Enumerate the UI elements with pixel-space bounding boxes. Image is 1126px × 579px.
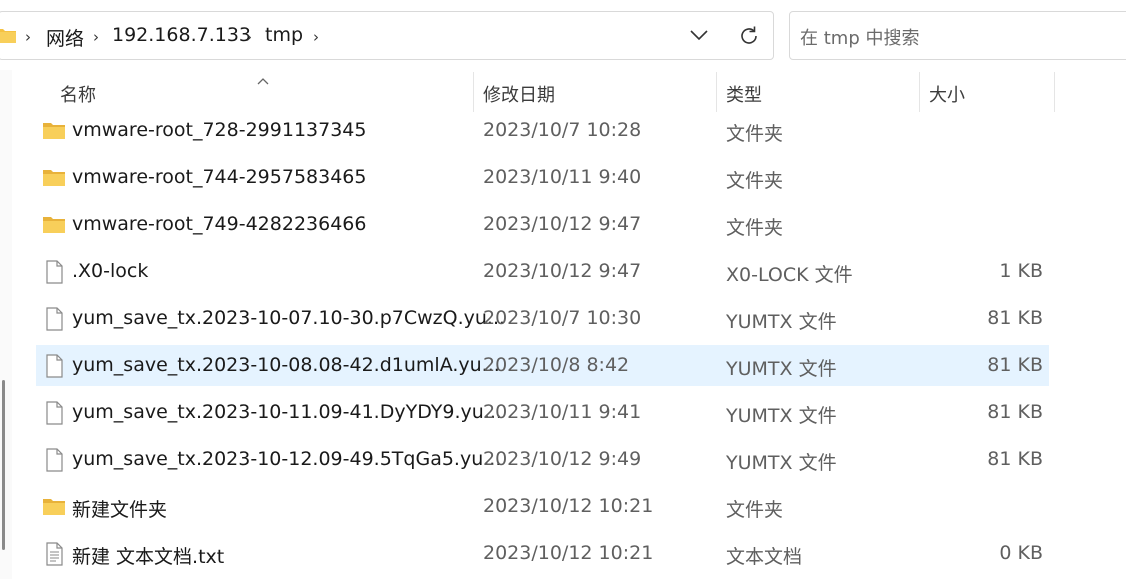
column-divider[interactable]	[1054, 72, 1055, 112]
folder-row[interactable]: vmware-root_744-2957583465 2023/10/11 9:4…	[36, 157, 1049, 198]
file-size: 1 KB	[999, 260, 1043, 282]
address-bar[interactable]: › 网络 › 192.168.7.133 › tmp ›	[0, 11, 774, 60]
file-size: 81 KB	[987, 401, 1043, 423]
column-header-date[interactable]: 修改日期	[483, 81, 555, 107]
file-type: 文本文档	[726, 546, 803, 568]
search-box[interactable]: 在 tmp 中搜索	[789, 11, 1126, 60]
chevron-right-icon[interactable]: ›	[93, 28, 99, 46]
modified-date: 2023/10/11 9:40	[483, 166, 642, 188]
modified-date: 2023/10/7 10:28	[483, 119, 642, 141]
modified-date: 2023/10/12 9:47	[483, 213, 642, 235]
modified-date: 2023/10/8 8:42	[483, 354, 630, 376]
modified-date: 2023/10/7 10:30	[483, 307, 642, 329]
chevron-right-icon[interactable]: ›	[313, 28, 319, 46]
file-name: vmware-root_744-2957583465	[72, 166, 367, 188]
modified-date: 2023/10/12 9:47	[483, 260, 642, 282]
file-type: YUMTX 文件	[726, 405, 837, 427]
breadcrumb-tmp[interactable]: tmp	[265, 24, 303, 46]
folder-icon	[42, 495, 66, 519]
column-divider[interactable]	[919, 72, 920, 112]
file-row[interactable]: yum_save_tx.2023-10-08.08-42.d1umlA.yu..…	[36, 345, 1049, 386]
file-type: YUMTX 文件	[726, 311, 837, 333]
scrollbar-thumb[interactable]	[2, 380, 5, 550]
chevron-right-icon[interactable]: ›	[25, 28, 31, 46]
text-file-icon	[42, 542, 66, 566]
modified-date: 2023/10/12 9:49	[483, 448, 642, 470]
modified-date: 2023/10/12 10:21	[483, 542, 654, 564]
file-name: yum_save_tx.2023-10-08.08-42.d1umlA.yu..…	[72, 354, 500, 376]
file-type: 文件夹	[726, 499, 784, 521]
column-divider[interactable]	[473, 72, 474, 112]
file-type: YUMTX 文件	[726, 452, 837, 474]
file-row[interactable]: yum_save_tx.2023-10-12.09-49.5TqGa5.yu..…	[36, 439, 1049, 480]
file-type: 文件夹	[726, 217, 784, 239]
file-row[interactable]: yum_save_tx.2023-10-07.10-30.p7CwzQ.yu..…	[36, 298, 1049, 339]
folder-row[interactable]: vmware-root_728-2991137345 2023/10/7 10:2…	[36, 110, 1049, 151]
file-name: 新建 文本文档.txt	[72, 546, 225, 568]
file-size: 81 KB	[987, 307, 1043, 329]
file-name: vmware-root_728-2991137345	[72, 119, 367, 141]
file-icon	[42, 260, 66, 284]
column-divider[interactable]	[716, 72, 717, 112]
folder-row[interactable]: vmware-root_749-4282236466 2023/10/12 9:4…	[36, 204, 1049, 245]
column-header-name[interactable]: 名称	[60, 81, 96, 107]
file-name: yum_save_tx.2023-10-07.10-30.p7CwzQ.yu..…	[72, 307, 506, 329]
file-icon	[42, 307, 66, 331]
file-row[interactable]: 新建 文本文档.txt 2023/10/12 10:21 文本文档 0 KB	[36, 533, 1049, 574]
sort-ascending-icon	[256, 71, 270, 90]
file-name: .X0-lock	[72, 260, 149, 282]
refresh-icon[interactable]	[737, 24, 761, 52]
file-icon	[42, 354, 66, 378]
file-name: vmware-root_749-4282236466	[72, 213, 367, 235]
file-name: 新建文件夹	[72, 499, 168, 521]
file-size: 81 KB	[987, 354, 1043, 376]
file-icon	[42, 401, 66, 425]
file-size: 81 KB	[987, 448, 1043, 470]
folder-icon	[42, 166, 66, 190]
column-header-type[interactable]: 类型	[726, 81, 762, 107]
file-icon	[42, 448, 66, 472]
file-name: yum_save_tx.2023-10-12.09-49.5TqGa5.yu..…	[72, 448, 502, 470]
breadcrumb-network[interactable]: 网络	[46, 24, 84, 51]
chevron-down-icon[interactable]	[689, 27, 709, 46]
folder-row[interactable]: 新建文件夹 2023/10/12 10:21 文件夹	[36, 486, 1049, 527]
breadcrumb-host[interactable]: 192.168.7.133	[112, 24, 251, 46]
file-name: yum_save_tx.2023-10-11.09-41.DyYDY9.yu..…	[72, 401, 502, 423]
folder-icon	[42, 213, 66, 237]
file-row[interactable]: .X0-lock 2023/10/12 9:47 X0-LOCK 文件 1 KB	[36, 251, 1049, 292]
modified-date: 2023/10/12 10:21	[483, 495, 654, 517]
column-header-size[interactable]: 大小	[929, 81, 965, 107]
file-type: X0-LOCK 文件	[726, 264, 853, 286]
folder-icon	[42, 119, 66, 143]
file-row[interactable]: yum_save_tx.2023-10-11.09-41.DyYDY9.yu..…	[36, 392, 1049, 433]
file-size: 0 KB	[999, 542, 1043, 564]
file-type: 文件夹	[726, 170, 784, 192]
file-type: YUMTX 文件	[726, 358, 837, 380]
chevron-right-icon[interactable]: ›	[246, 28, 252, 46]
file-type: 文件夹	[726, 123, 784, 145]
modified-date: 2023/10/11 9:41	[483, 401, 642, 423]
left-pane-scrollbar[interactable]	[0, 70, 12, 579]
search-placeholder: 在 tmp 中搜索	[800, 28, 920, 49]
folder-icon	[0, 26, 17, 48]
